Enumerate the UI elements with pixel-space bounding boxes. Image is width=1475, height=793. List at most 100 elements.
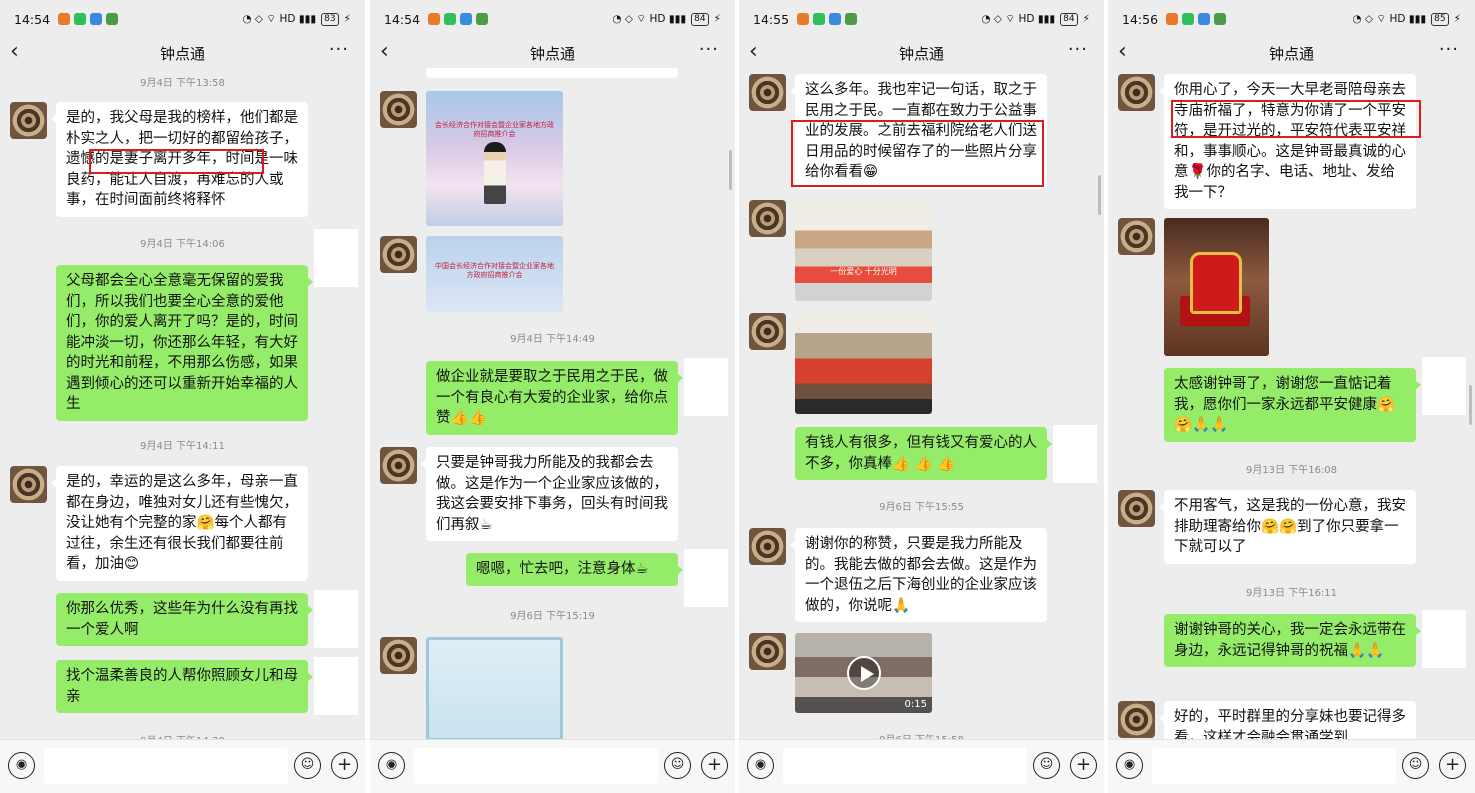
- more-dots-icon[interactable]: ···: [1068, 38, 1088, 62]
- scrollbar[interactable]: [1469, 385, 1472, 425]
- play-icon[interactable]: [846, 656, 881, 690]
- my-avatar-redacted[interactable]: [1053, 425, 1097, 483]
- message-input[interactable]: [1152, 748, 1396, 784]
- status-time: 14:54: [14, 11, 51, 27]
- contact-avatar[interactable]: [1118, 74, 1155, 111]
- contact-avatar[interactable]: [380, 447, 417, 484]
- image-message-photo[interactable]: 一份爱心 十分光明: [795, 200, 932, 301]
- voice-icon[interactable]: ◉: [747, 752, 774, 779]
- my-avatar-redacted[interactable]: [1422, 610, 1466, 668]
- plus-icon[interactable]: +: [1439, 752, 1466, 779]
- chat-title: 钟点通: [529, 44, 575, 63]
- message-outgoing[interactable]: 找个温柔善良的人帮你照顾女儿和母亲: [56, 660, 313, 713]
- contact-avatar[interactable]: [10, 102, 47, 139]
- plus-icon[interactable]: +: [1070, 752, 1097, 779]
- input-bar: ◉ ☺ +: [739, 739, 1104, 793]
- emoji-icon[interactable]: ☺: [664, 752, 691, 779]
- message-incoming[interactable]: 是的，幸运的是这么多年，母亲一直都在身边，唯独对女儿还有些愧欠，没让她有个完整的…: [51, 466, 308, 581]
- image-message-document[interactable]: [426, 637, 563, 741]
- message-outgoing[interactable]: 太感谢钟哥了，谢谢您一直惦记着我，愿你们一家永远都平安健康🤗🤗🙏🙏: [1164, 368, 1421, 442]
- previous-bubble-edge: [426, 68, 678, 78]
- video-message[interactable]: 0:15: [795, 633, 932, 713]
- status-right: ◔ ◇ ⌔ HD ▮▮▮ 83 ⚡: [242, 12, 351, 26]
- message-outgoing[interactable]: 有钱人有很多，但有钱又有爱心的人不多，你真棒👍 👍 👍: [795, 427, 1052, 480]
- my-avatar-redacted[interactable]: [1422, 357, 1466, 415]
- status-bar: 14:56 ◔ ◇ ⌔ HD ▮▮▮ 85 ⚡: [1108, 0, 1475, 38]
- contact-avatar[interactable]: [749, 528, 786, 565]
- more-dots-icon[interactable]: ···: [699, 38, 719, 62]
- contact-avatar[interactable]: [749, 200, 786, 237]
- chat-header: ‹ 钟点通 ···: [739, 38, 1104, 68]
- timestamp: 9月6日 下午15:55: [879, 502, 964, 513]
- my-avatar-redacted[interactable]: [684, 549, 728, 607]
- battery-icon: 84: [1060, 12, 1078, 26]
- timestamp: 9月13日 下午16:11: [1245, 588, 1338, 599]
- timestamp: 9月6日 下午15:19: [510, 611, 595, 622]
- back-arrow-icon[interactable]: ‹: [10, 38, 19, 66]
- emoji-icon[interactable]: ☺: [1402, 752, 1429, 779]
- chat-panel-2: 14:54 ◔ ◇ ⌔ HD ▮▮▮ 84 ⚡ ‹ 钟点通 ··· 会长经济合作对…: [370, 0, 735, 793]
- message-incoming[interactable]: 不用客气，这是我的一份心意，我安排助理寄给你🤗🤗到了你只要拿一下就可以了: [1159, 490, 1416, 564]
- scrollbar[interactable]: [1098, 175, 1101, 215]
- plus-icon[interactable]: +: [331, 752, 358, 779]
- voice-icon[interactable]: ◉: [8, 752, 35, 779]
- emoji-icon[interactable]: ☺: [1033, 752, 1060, 779]
- message-incoming[interactable]: 你用心了，今天一大早老哥陪母亲去寺庙祈福了，特意为你请了一个平安符，是开过光的，…: [1159, 74, 1416, 209]
- contact-avatar[interactable]: [380, 236, 417, 273]
- image-message-photo[interactable]: [795, 313, 932, 414]
- contact-avatar[interactable]: [1118, 218, 1155, 255]
- plus-icon[interactable]: +: [701, 752, 728, 779]
- status-time: 14:54: [384, 11, 421, 27]
- amulet-charm: [1190, 252, 1242, 314]
- status-right: ◔ ◇ ⌔ HD ▮▮▮ 85 ⚡: [1352, 12, 1461, 26]
- message-input[interactable]: [783, 748, 1027, 784]
- chat-panel-3: 14:55 ◔ ◇ ⌔ HD ▮▮▮ 84 ⚡ ‹ 钟点通 ··· 这么多年。我也…: [739, 0, 1104, 793]
- message-outgoing[interactable]: 做企业就是要取之于民用之于民，做一个有良心有大爱的企业家，给你点赞👍👍: [426, 361, 683, 435]
- message-input[interactable]: [44, 748, 288, 784]
- contact-avatar[interactable]: [10, 466, 47, 503]
- voice-icon[interactable]: ◉: [378, 752, 405, 779]
- message-outgoing[interactable]: 谢谢钟哥的关心，我一定会永远带在身边，永远记得钟哥的祝福🙏🙏: [1164, 614, 1421, 667]
- timestamp: 9月4日 下午13:58: [140, 78, 225, 89]
- message-incoming[interactable]: 谢谢你的称赞，只要是我力所能及的。我能去做的都会去做。这是作为一个退伍之后下海创…: [790, 528, 1047, 622]
- my-avatar-redacted[interactable]: [684, 358, 728, 416]
- chat-header: ‹ 钟点通 ···: [0, 38, 365, 68]
- timestamp: 9月4日 下午14:11: [140, 441, 225, 452]
- notification-icons: [428, 13, 489, 25]
- contact-avatar[interactable]: [749, 74, 786, 111]
- contact-avatar[interactable]: [749, 313, 786, 350]
- image-message-poster[interactable]: 中国会长经济合作对接会暨企业家各地方政府招商推介会: [426, 236, 563, 312]
- back-arrow-icon[interactable]: ‹: [380, 38, 389, 66]
- contact-avatar[interactable]: [1118, 490, 1155, 527]
- message-input[interactable]: [414, 748, 658, 784]
- poster-caption: 会长经济合作对接会暨企业家各地方政府招商推介会: [435, 121, 554, 138]
- image-message-poster[interactable]: 会长经济合作对接会暨企业家各地方政府招商推介会: [426, 91, 563, 226]
- message-outgoing[interactable]: 父母都会全心全意毫无保留的爱我们，所以我们也要全心全意的爱他们，你的爱人离开了吗…: [56, 265, 313, 421]
- more-dots-icon[interactable]: ···: [329, 38, 349, 62]
- contact-avatar[interactable]: [380, 637, 417, 674]
- message-outgoing[interactable]: 你那么优秀，这些年为什么没有再找一个爱人啊: [56, 593, 313, 646]
- scrollbar[interactable]: [729, 150, 732, 190]
- notification-icons: [58, 13, 119, 25]
- back-arrow-icon[interactable]: ‹: [1118, 38, 1127, 66]
- chat-panel-1: 14:54 ◔ ◇ ⌔ HD ▮▮▮ 83 ⚡ ‹ 钟点通 ··· 9月4日 下午…: [0, 0, 365, 793]
- voice-icon[interactable]: ◉: [1116, 752, 1143, 779]
- message-outgoing[interactable]: 嗯嗯，忙去吧，注意身体☕: [466, 553, 683, 586]
- chat-title: 钟点通: [159, 44, 205, 63]
- highlight-box: [1171, 100, 1421, 138]
- emoji-icon[interactable]: ☺: [294, 752, 321, 779]
- input-bar: ◉ ☺ +: [0, 739, 365, 793]
- my-avatar-redacted[interactable]: [314, 657, 358, 715]
- more-dots-icon[interactable]: ···: [1439, 38, 1459, 62]
- my-avatar-redacted[interactable]: [314, 229, 358, 287]
- video-duration: 0:15: [904, 699, 927, 710]
- contact-avatar[interactable]: [1118, 701, 1155, 738]
- notification-icons: [797, 13, 858, 25]
- contact-avatar[interactable]: [380, 91, 417, 128]
- my-avatar-redacted[interactable]: [314, 590, 358, 648]
- message-incoming[interactable]: 只要是钟哥我力所能及的我都会去做。这是作为一个企业家应该做的，我这会要安排下事务…: [421, 447, 678, 541]
- image-message-amulet[interactable]: [1164, 218, 1269, 356]
- screenshot-collage: 14:54 ◔ ◇ ⌔ HD ▮▮▮ 83 ⚡ ‹ 钟点通 ··· 9月4日 下午…: [0, 0, 1475, 793]
- back-arrow-icon[interactable]: ‹: [749, 38, 758, 66]
- contact-avatar[interactable]: [749, 633, 786, 670]
